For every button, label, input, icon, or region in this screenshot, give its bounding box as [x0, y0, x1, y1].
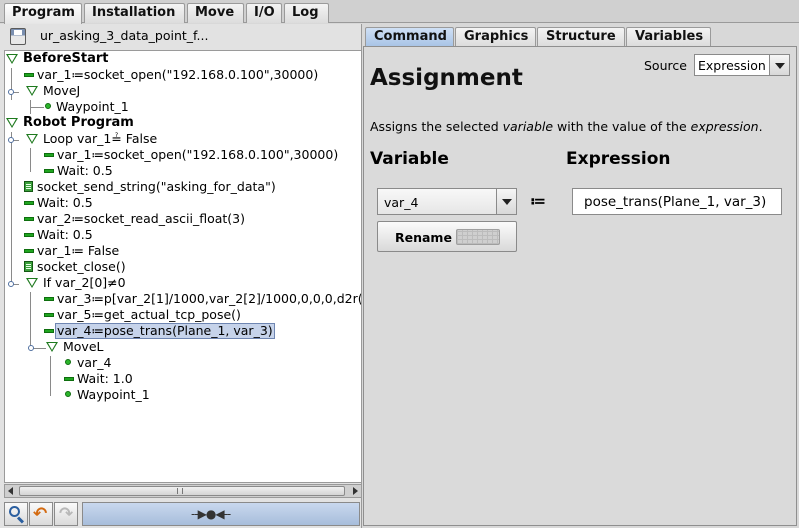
collapse-triangle-icon[interactable]: [6, 54, 18, 64]
expression-heading: Expression: [566, 149, 671, 169]
tree-node-bs-waypoint1[interactable]: Waypoint_1: [56, 99, 129, 115]
main-tab-bar: Program Installation Move I/O Log: [0, 0, 799, 24]
scroll-left-icon[interactable]: [8, 487, 13, 495]
tree-node-before-start[interactable]: BeforeStart: [23, 51, 109, 67]
tab-io[interactable]: I/O: [246, 3, 282, 23]
collapse-triangle-icon[interactable]: [46, 342, 58, 352]
source-value: Expression: [698, 58, 766, 73]
tree-node-ml-waypoint1[interactable]: Waypoint_1: [77, 387, 150, 403]
variable-heading: Variable: [370, 149, 449, 169]
undo-button[interactable]: ↶: [29, 502, 53, 526]
wait-icon: [24, 233, 34, 237]
tree-node-var3[interactable]: var_3≔p[var_2[1]/1000,var_2[2]/1000,0,0,…: [57, 291, 361, 307]
pin-icon: [8, 137, 14, 143]
chevron-down-icon[interactable]: [496, 189, 516, 214]
tab-graphics[interactable]: Graphics: [455, 27, 536, 46]
assignment-icon: [44, 297, 54, 301]
wait-icon: [64, 377, 74, 381]
tree-node-send-string[interactable]: socket_send_string("asking_for_data"): [37, 179, 276, 195]
tree-node-wait1[interactable]: Wait: 0.5: [37, 195, 93, 211]
rename-button[interactable]: Rename: [377, 221, 517, 252]
tab-installation[interactable]: Installation: [84, 3, 185, 23]
assign-operator: ≔: [530, 192, 546, 210]
program-file-name: ur_asking_3_data_point_f...: [40, 28, 209, 43]
expression-value: pose_trans(Plane_1, var_3): [584, 194, 767, 210]
tree-node-bs-movej[interactable]: MoveJ: [43, 83, 80, 99]
waypoint-icon: [45, 103, 51, 109]
tree-node-movel[interactable]: MoveL: [63, 339, 104, 355]
tree-node-if[interactable]: If var_2[0]≠0: [43, 275, 126, 291]
script-icon: [24, 181, 33, 192]
tab-variables[interactable]: Variables: [626, 27, 711, 46]
collapse-triangle-icon[interactable]: [26, 278, 38, 288]
expression-field[interactable]: pose_trans(Plane_1, var_3): [572, 188, 782, 215]
script-icon: [24, 261, 33, 272]
tab-move[interactable]: Move: [187, 3, 244, 23]
waypoint-icon: [65, 391, 71, 397]
command-tab-bar: Command Graphics Structure Variables: [363, 27, 799, 46]
tree-node-loop-var1[interactable]: var_1≔socket_open("192.168.0.100",30000): [57, 147, 338, 163]
rename-label: Rename: [395, 230, 452, 245]
assignment-icon: [44, 153, 54, 157]
assignment-description: Assigns the selected variable with the v…: [370, 119, 763, 134]
scrollbar-thumb[interactable]: [19, 486, 345, 496]
collapse-triangle-icon[interactable]: [6, 118, 18, 128]
keyboard-icon: [456, 229, 500, 245]
pin-icon: [28, 345, 34, 351]
redo-icon: ↷: [59, 504, 74, 524]
program-navigation-slider[interactable]: --▶●◀--: [82, 502, 360, 526]
save-icon[interactable]: [10, 28, 26, 45]
tree-toolbar: ↶ ↷ --▶●◀--: [0, 500, 362, 528]
chevron-down-icon[interactable]: [769, 55, 789, 75]
variable-dropdown[interactable]: var_4: [377, 188, 517, 215]
collapse-triangle-icon[interactable]: [26, 134, 38, 144]
tree-node-close[interactable]: socket_close(): [37, 259, 126, 275]
undo-icon: ↶: [33, 504, 48, 524]
wait-icon: [44, 169, 54, 173]
assignment-icon: [44, 313, 54, 317]
tree-node-wait2[interactable]: Wait: 0.5: [37, 227, 93, 243]
waypoint-icon: [65, 359, 71, 365]
command-panel: Assignment Source Expression Assigns the…: [363, 46, 797, 526]
tree-node-loop-wait[interactable]: Wait: 0.5: [57, 163, 113, 179]
tree-node-var5[interactable]: var_5≔get_actual_tcp_pose(): [57, 307, 241, 323]
tab-structure[interactable]: Structure: [537, 27, 625, 46]
assignment-icon: [24, 73, 34, 77]
pin-icon: [8, 281, 14, 287]
assignment-icon: [24, 249, 34, 253]
tab-command[interactable]: Command: [365, 27, 454, 46]
step-nav-icon: --▶●◀--: [191, 507, 231, 521]
tree-node-var2[interactable]: var_2≔socket_read_ascii_float(3): [37, 211, 245, 227]
wait-icon: [24, 201, 34, 205]
tree-node-ml-var4[interactable]: var_4: [77, 355, 111, 371]
tab-program[interactable]: Program: [4, 3, 82, 24]
tree-node-var1-false[interactable]: var_1≔ False: [37, 243, 119, 259]
tree-node-bs-var1[interactable]: var_1≔socket_open("192.168.0.100",30000): [37, 67, 318, 83]
assignment-icon: [24, 217, 34, 221]
variable-value: var_4: [384, 195, 419, 210]
source-label: Source: [644, 58, 687, 73]
program-tree[interactable]: BeforeStart var_1≔socket_open("192.168.0…: [4, 50, 362, 483]
tab-log[interactable]: Log: [284, 3, 329, 23]
tree-node-var4-selected[interactable]: var_4≔pose_trans(Plane_1, var_3): [55, 323, 275, 339]
assignment-icon: [44, 329, 54, 333]
page-title: Assignment: [370, 65, 523, 91]
redo-button[interactable]: ↷: [54, 502, 78, 526]
collapse-triangle-icon[interactable]: [26, 86, 38, 96]
tree-node-loop[interactable]: Loop var_1≟ False: [43, 131, 157, 147]
scroll-right-icon[interactable]: [353, 487, 358, 495]
source-dropdown[interactable]: Expression: [694, 54, 790, 76]
search-button[interactable]: [4, 502, 28, 526]
tree-node-ml-wait[interactable]: Wait: 1.0: [77, 371, 133, 387]
tree-horizontal-scrollbar[interactable]: [4, 484, 362, 498]
pin-icon: [8, 89, 14, 95]
file-row: ur_asking_3_data_point_f...: [0, 24, 362, 48]
tree-node-robot-program[interactable]: Robot Program: [23, 115, 134, 131]
